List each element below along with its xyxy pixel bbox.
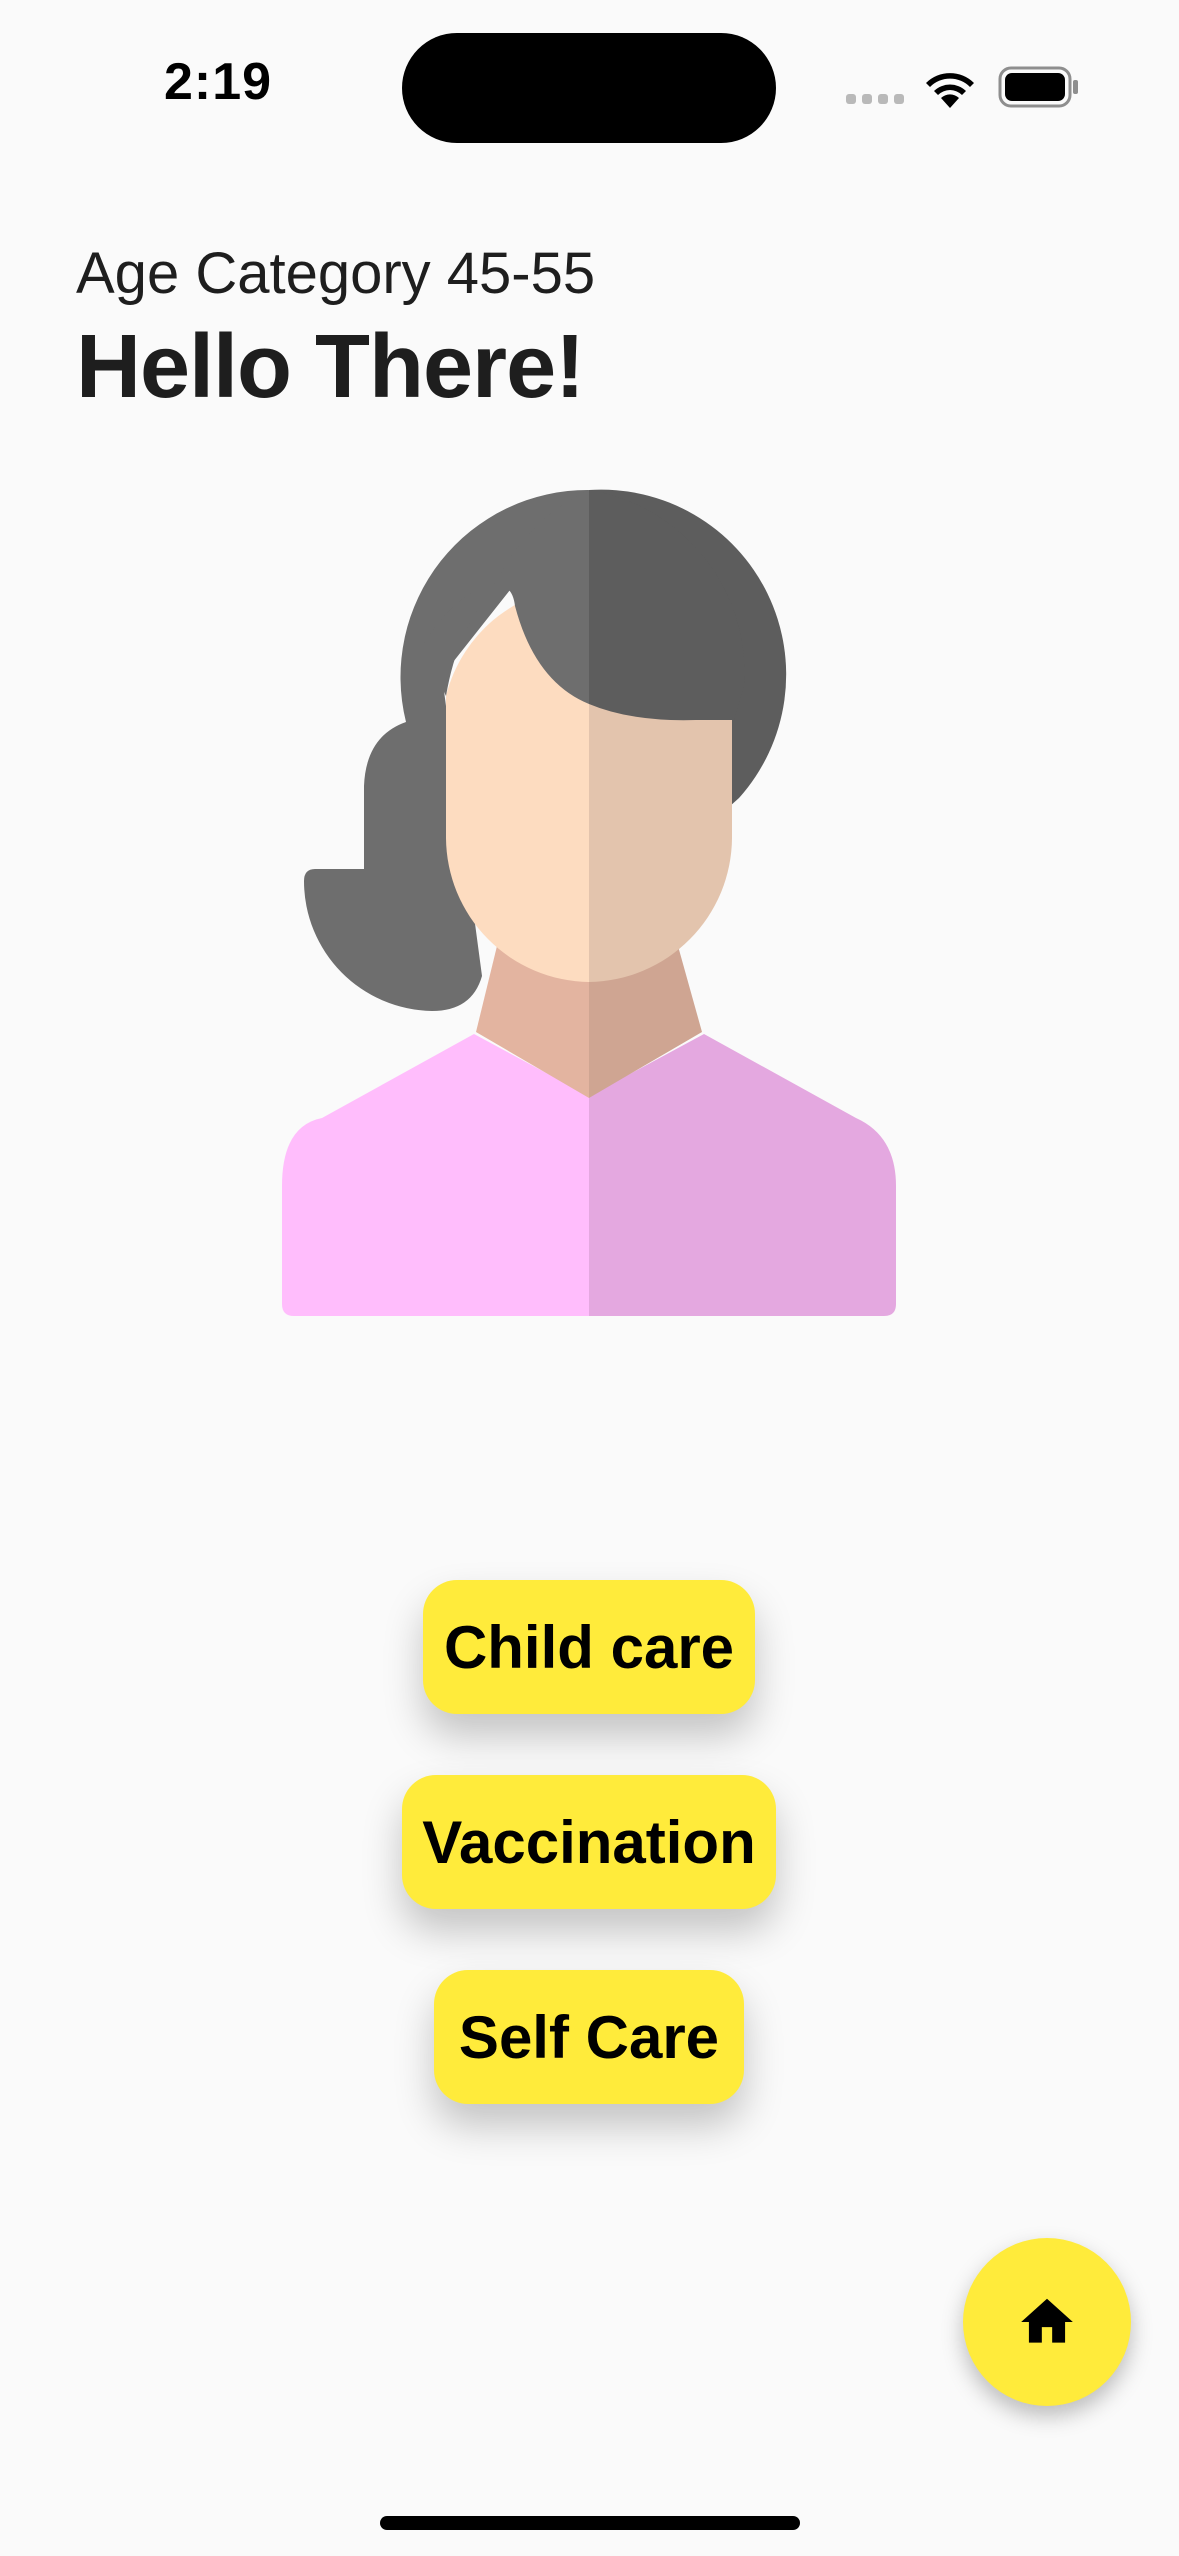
vaccination-button[interactable]: Vaccination: [402, 1775, 776, 1909]
home-button[interactable]: [963, 2238, 1131, 2406]
home-icon: [1021, 2298, 1073, 2343]
child-care-button[interactable]: Child care: [423, 1580, 755, 1714]
age-category-label: Age Category 45-55: [76, 241, 596, 306]
screen: 2:19 Age Category 45-55 Hello There! Chi: [0, 0, 1179, 2556]
cellular-signal-icon: [846, 94, 904, 104]
home-indicator[interactable]: [380, 2516, 800, 2530]
wifi-icon: [926, 73, 974, 108]
status-time: 2:19: [164, 53, 273, 111]
page-title: Hello There!: [76, 317, 585, 417]
dynamic-island: [402, 33, 776, 143]
battery-icon: [998, 66, 1078, 108]
self-care-button[interactable]: Self Care: [434, 1970, 744, 2104]
woman-avatar-icon: [282, 489, 896, 1316]
